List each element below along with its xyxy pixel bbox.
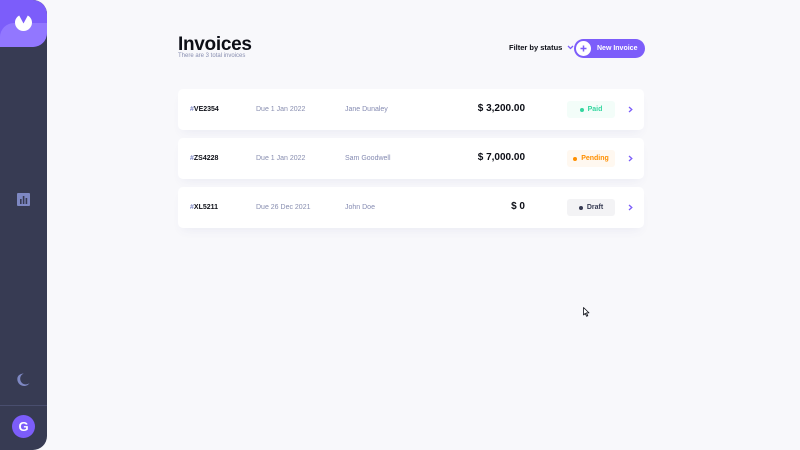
plus-icon — [580, 45, 587, 52]
chevron-right-icon[interactable] — [628, 204, 633, 211]
page-subtitle: There are 3 total invoices — [178, 53, 246, 59]
moon-icon[interactable] — [17, 373, 30, 386]
status-dot — [578, 205, 583, 210]
invoice-id: #ZS4228 — [190, 154, 218, 163]
invoice-id: #XL5211 — [190, 203, 218, 212]
status-badge: Draft — [567, 199, 615, 216]
filter-by-status-dropdown[interactable]: Filter by status — [509, 43, 574, 52]
chart-icon[interactable] — [17, 193, 30, 206]
chevron-right-icon[interactable] — [628, 106, 633, 113]
sidebar-divider — [0, 405, 47, 406]
status-label: Pending — [581, 155, 609, 162]
invoice-due-date: Due 1 Jan 2022 — [256, 155, 306, 162]
invoice-amount: $ 7,000.00 — [477, 152, 525, 163]
status-dot — [579, 107, 584, 112]
logo[interactable] — [0, 0, 47, 47]
chevron-right-icon[interactable] — [628, 155, 633, 162]
new-invoice-button[interactable]: New Invoice — [574, 39, 645, 58]
invoice-client: Sam Goodwell — [345, 155, 391, 162]
avatar[interactable]: G — [12, 415, 35, 438]
logo-icon — [15, 15, 32, 31]
invoice-id-value: ZS4228 — [193, 155, 219, 162]
invoice-due-date: Due 26 Dec 2021 — [256, 204, 311, 211]
status-label: Paid — [587, 106, 603, 113]
invoice-amount: $ 0 — [511, 201, 525, 212]
invoice-row[interactable]: #VE2354 Due 1 Jan 2022 Jane Dunaley $ 3,… — [178, 89, 644, 130]
invoice-client: John Doe — [345, 204, 375, 211]
invoice-client: Jane Dunaley — [345, 106, 388, 113]
invoice-id-value: VE2354 — [193, 106, 219, 113]
status-badge: Paid — [567, 101, 615, 118]
status-badge: Pending — [567, 150, 615, 167]
invoice-row[interactable]: #XL5211 Due 26 Dec 2021 John Doe $ 0 Dra… — [178, 187, 644, 228]
invoice-amount: $ 3,200.00 — [477, 103, 525, 114]
plus-circle — [576, 41, 591, 56]
invoice-row[interactable]: #ZS4228 Due 1 Jan 2022 Sam Goodwell $ 7,… — [178, 138, 644, 179]
invoice-id-value: XL5211 — [193, 204, 219, 211]
status-dot — [573, 156, 578, 161]
new-invoice-label: New Invoice — [597, 45, 638, 52]
status-label: Draft — [586, 204, 604, 211]
sidebar: G — [0, 0, 47, 450]
filter-label: Filter by status — [509, 43, 563, 52]
mouse-cursor-icon — [583, 307, 590, 317]
invoice-id: #VE2354 — [190, 105, 219, 114]
invoice-due-date: Due 1 Jan 2022 — [256, 106, 306, 113]
